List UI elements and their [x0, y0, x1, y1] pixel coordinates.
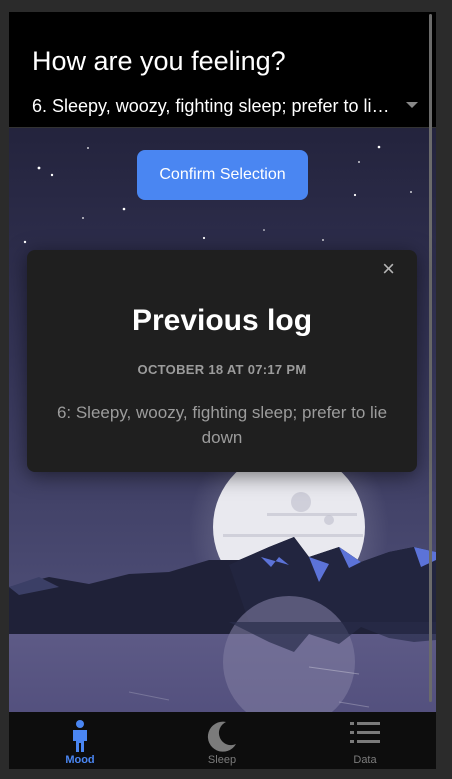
- previous-log-title: Previous log: [131, 304, 313, 337]
- mood-select-value: 6. Sleepy, woozy, fighting sleep; prefer…: [32, 96, 392, 116]
- chevron-down-icon: [406, 102, 418, 108]
- app-screen: How are you feeling? 6. Sleepy, woozy, f…: [9, 12, 436, 769]
- bottom-tab-bar: Mood Sleep Data: [9, 712, 436, 769]
- previous-log-entry: 6: Sleepy, woozy, fighting sleep; prefer…: [56, 403, 388, 447]
- page-title: How are you feeling?: [32, 46, 286, 76]
- header-divider: [9, 127, 436, 128]
- confirm-selection-button[interactable]: Confirm Selection: [137, 150, 308, 200]
- tab-mood-label: Mood: [65, 754, 95, 766]
- mood-select[interactable]: 6. Sleepy, woozy, fighting sleep; prefer…: [32, 96, 418, 122]
- person-icon: [73, 720, 87, 752]
- mood-header: How are you feeling? 6. Sleepy, woozy, f…: [9, 12, 436, 128]
- scrollbar[interactable]: [429, 14, 432, 702]
- previous-log-date: OCTOBER 18 AT 07:17 PM: [137, 362, 307, 377]
- close-icon[interactable]: ×: [382, 256, 395, 282]
- moon-icon: [207, 721, 236, 752]
- tab-mood[interactable]: Mood: [9, 712, 151, 769]
- tab-data[interactable]: Data: [294, 712, 436, 769]
- previous-log-card: × Previous log OCTOBER 18 AT 07:17 PM 6:…: [27, 250, 417, 472]
- tab-sleep-label: Sleep: [207, 754, 237, 766]
- list-icon: [350, 722, 380, 743]
- tab-sleep[interactable]: Sleep: [151, 712, 293, 769]
- tab-data-label: Data: [353, 754, 377, 766]
